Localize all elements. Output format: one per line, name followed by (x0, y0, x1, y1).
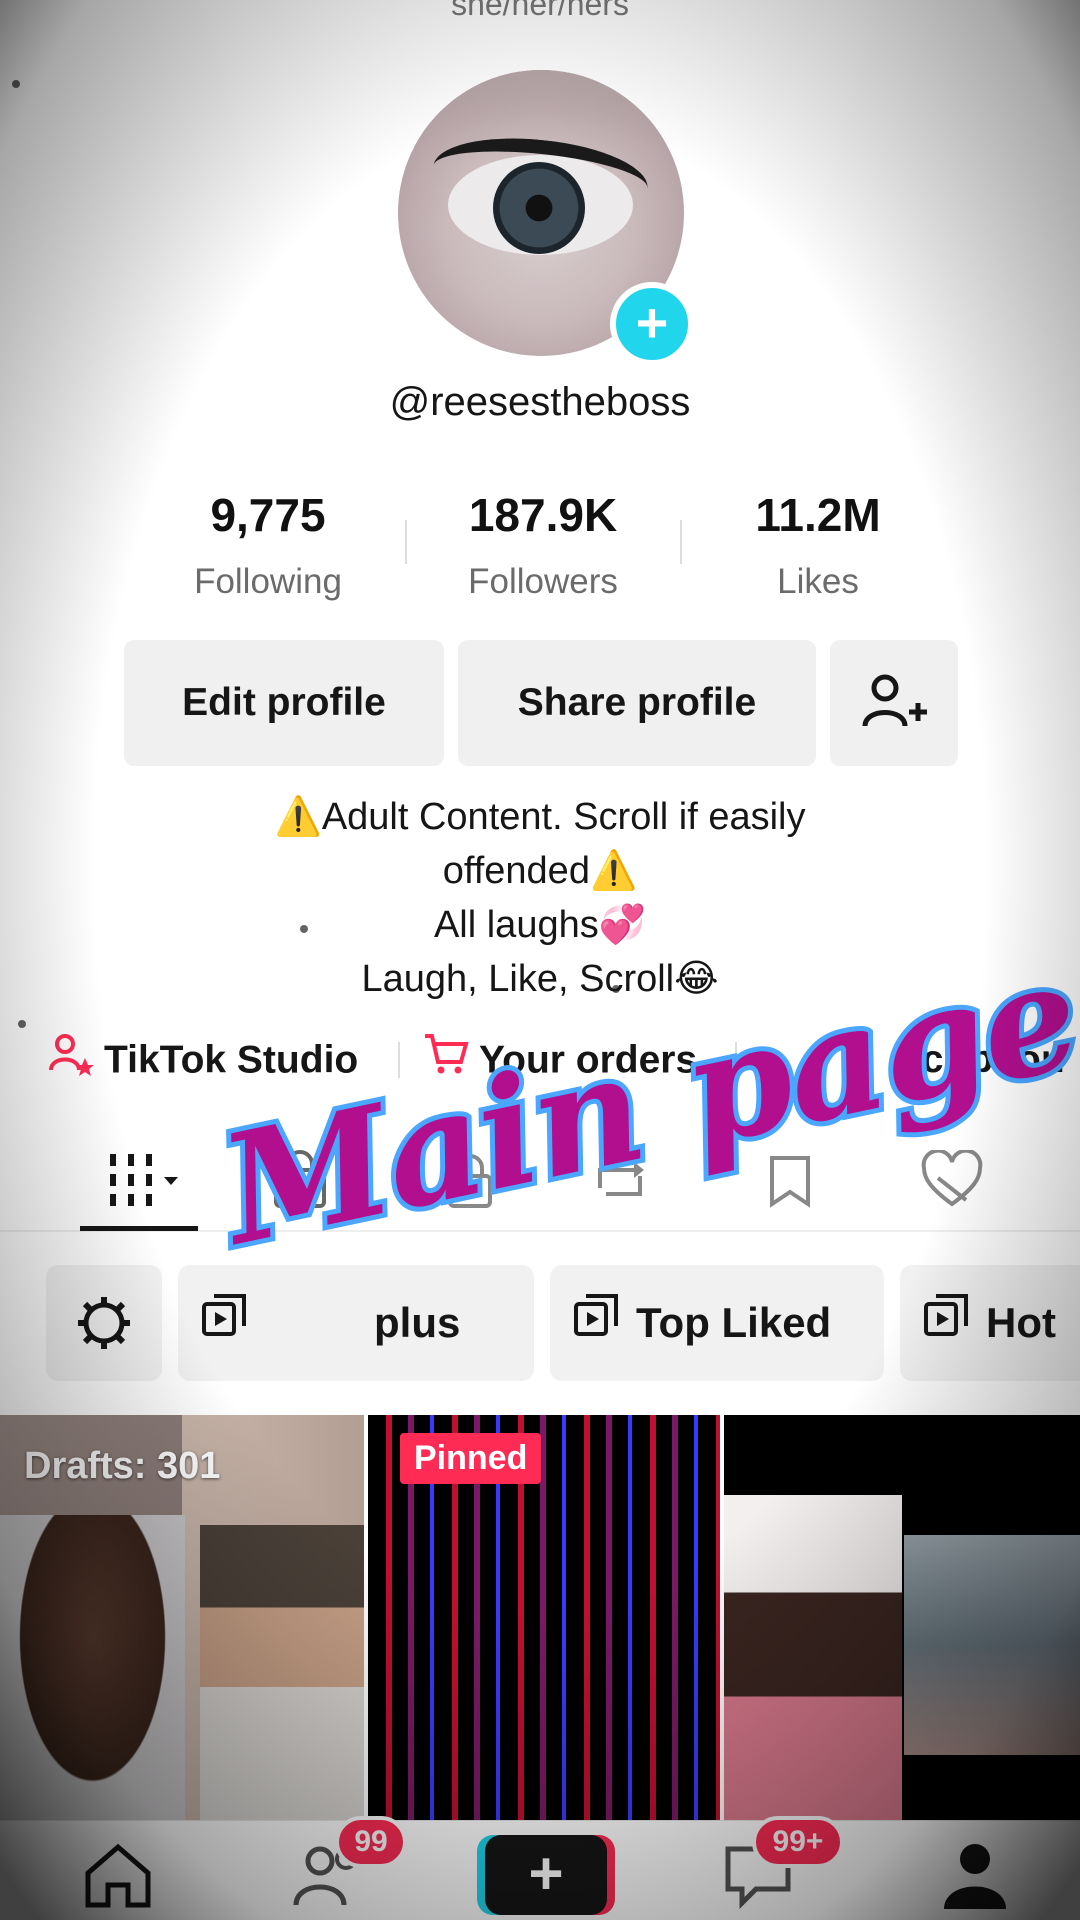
studio-icon (48, 1030, 94, 1094)
username: @reesestheboss (389, 380, 691, 424)
stat-followers[interactable]: 187.9K Followers (423, 488, 663, 602)
subscription-link[interactable]: scription (900, 1030, 1065, 1090)
edit-profile-button[interactable]: Edit profile (124, 640, 444, 766)
tab-shop[interactable] (270, 1150, 330, 1215)
pinned-video-tile[interactable]: Pinned (368, 1415, 720, 1820)
profile-links: TikTok Studio Your orders scription (40, 1030, 1080, 1090)
profile-page: she/her/hers + @reesestheboss 9,775 Foll… (0, 0, 1080, 1920)
add-story-plus-icon[interactable]: + (610, 282, 694, 366)
divider (680, 520, 682, 564)
content-tabs (0, 1130, 1080, 1232)
inbox-notification-badge: 99+ (752, 1816, 844, 1868)
drafts-count-label: Drafts: 301 (24, 1445, 221, 1487)
chip-playlist-plus[interactable]: plus (178, 1265, 534, 1381)
video-tile[interactable] (724, 1415, 1080, 1820)
add-friend-button[interactable] (830, 640, 958, 766)
profile-icon (944, 1844, 1006, 1909)
video-grid: Drafts: 301 Pinned (0, 1415, 1080, 1820)
stats-row: 9,775 Following 187.9K Followers 11.2M L… (0, 488, 1080, 601)
liked-heart-icon (921, 1148, 983, 1207)
pinned-badge: Pinned (400, 1433, 542, 1484)
repost-icon (598, 1162, 644, 1196)
chip-settings[interactable] (46, 1265, 162, 1381)
tab-reposts[interactable] (590, 1150, 650, 1215)
speck (12, 80, 20, 88)
playlist-icon (200, 1268, 250, 1381)
drafts-tile[interactable]: Drafts: 301 (0, 1415, 364, 1820)
add-user-icon (862, 674, 927, 727)
thumbnail-person (200, 1525, 364, 1820)
share-profile-button[interactable]: Share profile (458, 640, 816, 766)
tab-videos[interactable] (106, 1150, 196, 1215)
playlist-chips: plus Top Liked Hot (0, 1265, 1080, 1381)
playlist-icon (922, 1268, 972, 1381)
nav-home[interactable] (80, 1839, 156, 1914)
divider (735, 1042, 737, 1078)
stat-following[interactable]: 9,775 Following (148, 488, 388, 602)
shop-bag-icon (274, 1150, 326, 1208)
divider (405, 520, 407, 564)
active-tab-indicator (80, 1226, 198, 1231)
cart-icon (423, 1030, 469, 1094)
tab-private[interactable] (440, 1150, 500, 1215)
speck (18, 1020, 26, 1028)
playlist-icon (572, 1268, 622, 1381)
nav-profile[interactable] (940, 1839, 1010, 1914)
bio: ⚠️Adult Content. Scroll if easily offend… (274, 796, 806, 1000)
your-orders-link[interactable]: Your orders (423, 1030, 697, 1090)
thumbnail-person (724, 1495, 902, 1820)
home-icon (85, 1843, 151, 1908)
videos-grid-icon (110, 1154, 178, 1206)
lock-icon (448, 1154, 492, 1208)
saved-icon (770, 1156, 810, 1208)
gear-icon (78, 1297, 130, 1349)
tiktok-studio-link[interactable]: TikTok Studio (48, 1030, 358, 1090)
tab-saved[interactable] (760, 1150, 820, 1215)
chip-top-liked[interactable]: Top Liked (550, 1265, 884, 1381)
pronouns: she/her/hers (451, 0, 629, 22)
thumbnail-room (904, 1535, 1080, 1755)
tab-liked[interactable] (920, 1148, 984, 1215)
bottom-navigation: 99 + 99+ (0, 1816, 1080, 1920)
create-button[interactable]: + (485, 1835, 607, 1915)
friends-notification-badge: 99 (335, 1816, 407, 1868)
stat-likes[interactable]: 11.2M Likes (698, 488, 938, 602)
divider (398, 1042, 400, 1078)
chip-hot[interactable]: Hot (900, 1265, 1080, 1381)
thumbnail-person (0, 1515, 185, 1820)
